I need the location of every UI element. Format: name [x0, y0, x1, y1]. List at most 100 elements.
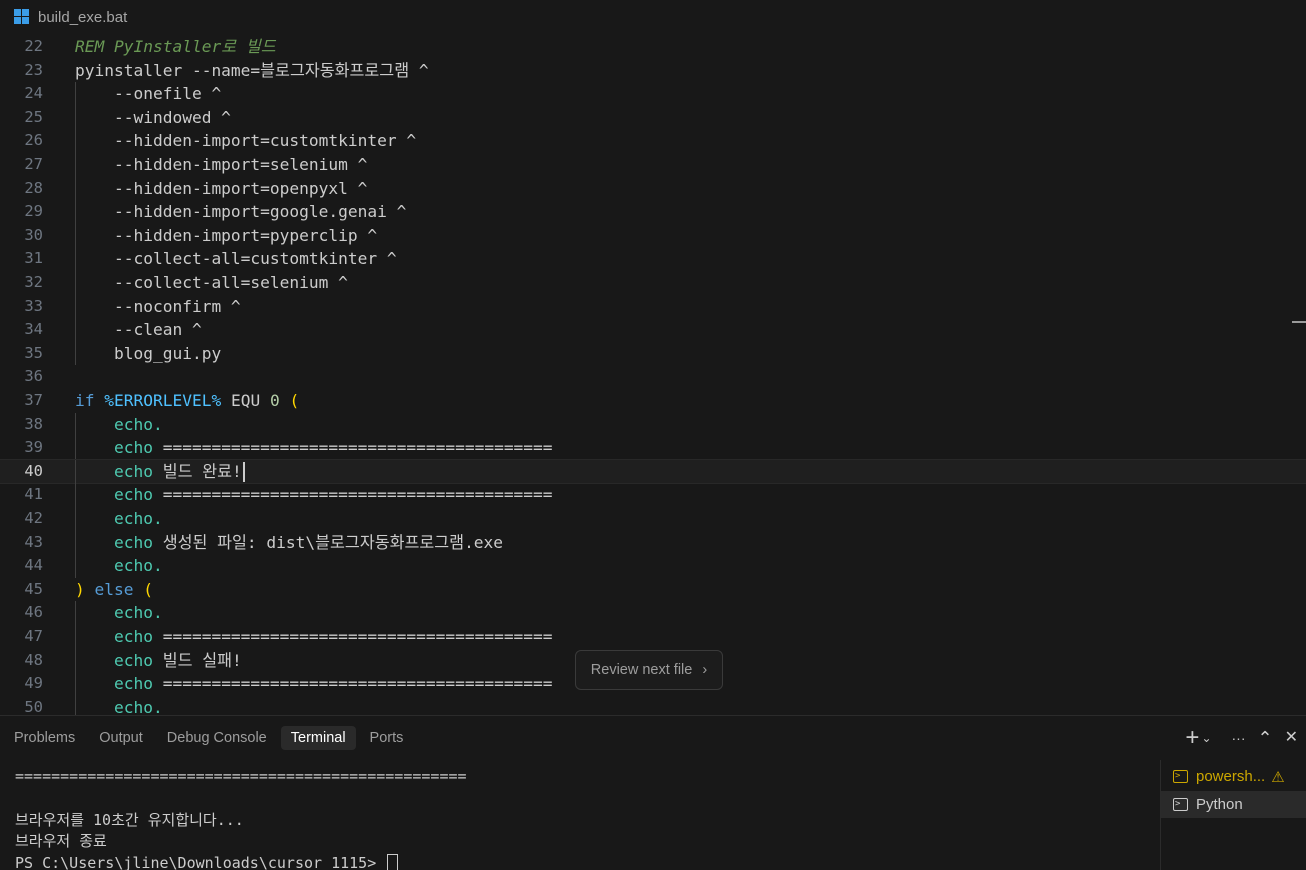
code-text[interactable]: echo 생성된 파일: dist\블로그자동화프로그램.exe [75, 531, 503, 555]
close-panel-icon[interactable]: ✕ [1285, 729, 1298, 747]
code-text[interactable]: echo. [75, 601, 163, 625]
line-number[interactable]: 38 [0, 413, 43, 437]
line-number[interactable]: 25 [0, 106, 43, 130]
line-number[interactable]: 45 [0, 578, 43, 602]
maximize-panel-icon[interactable]: ⌃ [1258, 729, 1273, 747]
code-text[interactable]: echo ===================================… [75, 483, 553, 507]
code-text[interactable]: echo. [75, 507, 163, 531]
line-number[interactable]: 50 [0, 696, 43, 715]
code-line[interactable]: 35 blog_gui.py [0, 341, 1306, 366]
code-text[interactable]: echo. [75, 696, 163, 715]
code-line[interactable]: 32 --collect-all=selenium ^ [0, 271, 1306, 295]
code-line[interactable]: 34 --clean ^ [0, 318, 1306, 342]
code-text[interactable]: echo. [75, 413, 163, 437]
line-number[interactable]: 23 [0, 59, 43, 83]
code-text[interactable]: if %ERRORLEVEL% EQU 0 ( [75, 389, 299, 413]
terminal-instance-powershell[interactable]: > powersh... ⚠ [1161, 763, 1306, 790]
line-number[interactable]: 39 [0, 436, 43, 460]
code-text[interactable]: echo. [75, 554, 163, 578]
code-line[interactable]: 23 pyinstaller --name=블로그자동화프로그램 ^ [0, 59, 1306, 83]
code-text[interactable]: --windowed ^ [75, 106, 231, 130]
line-number[interactable]: 32 [0, 271, 43, 295]
code-line[interactable]: 40 echo 빌드 완료! [0, 458, 1306, 485]
tab-ports[interactable]: Ports [360, 726, 414, 750]
code-line[interactable]: 24 --onefile ^ [0, 82, 1306, 106]
code-line[interactable]: 38 echo. [0, 412, 1306, 437]
line-number[interactable]: 30 [0, 224, 43, 248]
code-line[interactable]: 47 echo ================================… [0, 625, 1306, 649]
review-next-file-button[interactable]: Review next file › [575, 650, 723, 690]
code-line[interactable]: 26 --hidden-import=customtkinter ^ [0, 129, 1306, 153]
line-number[interactable]: 40 [0, 460, 43, 484]
code-text[interactable]: echo 빌드 완료! [75, 460, 245, 484]
breadcrumb-file-name[interactable]: build_exe.bat [38, 9, 127, 26]
code-text[interactable]: blog_gui.py [75, 342, 221, 366]
code-line[interactable]: 43 echo 생성된 파일: dist\블로그자동화프로그램.exe [0, 530, 1306, 555]
code-line[interactable]: 30 --hidden-import=pyperclip ^ [0, 223, 1306, 248]
line-number[interactable]: 24 [0, 82, 43, 106]
code-text[interactable]: --clean ^ [75, 318, 202, 342]
code-text[interactable]: --onefile ^ [75, 82, 221, 106]
code-text[interactable]: echo ===================================… [75, 672, 553, 696]
code-text[interactable]: echo 빌드 실패! [75, 649, 242, 673]
terminal-prompt-line[interactable]: PS C:\Users\jline\Downloads\cursor_1115> [15, 852, 399, 870]
code-text[interactable]: --hidden-import=openpyxl ^ [75, 177, 367, 201]
code-line[interactable]: 42 echo. [0, 507, 1306, 531]
code-text[interactable]: pyinstaller --name=블로그자동화프로그램 ^ [75, 59, 429, 83]
line-number[interactable]: 27 [0, 153, 43, 177]
line-number[interactable]: 33 [0, 295, 43, 319]
line-number[interactable]: 46 [0, 601, 43, 625]
scrollbar-position-marker[interactable] [1292, 321, 1306, 323]
tab-output[interactable]: Output [89, 726, 153, 750]
line-number[interactable]: 41 [0, 483, 43, 507]
line-number[interactable]: 31 [0, 247, 43, 271]
code-text[interactable]: --hidden-import=pyperclip ^ [75, 224, 377, 248]
code-text[interactable]: --collect-all=customtkinter ^ [75, 247, 397, 271]
line-number[interactable]: 37 [0, 389, 43, 413]
chevron-down-icon[interactable]: ⌄ [1201, 729, 1211, 747]
code-line[interactable]: 37 if %ERRORLEVEL% EQU 0 ( [0, 389, 1306, 413]
line-number[interactable]: 22 [0, 35, 43, 59]
line-number[interactable]: 42 [0, 507, 43, 531]
terminal-instance-python[interactable]: > Python [1161, 791, 1306, 818]
line-number[interactable]: 49 [0, 672, 43, 696]
new-terminal-plus-icon[interactable]: + [1185, 726, 1199, 750]
line-number[interactable]: 35 [0, 342, 43, 366]
code-line[interactable]: 36 [0, 365, 1306, 389]
code-line[interactable]: 31 --collect-all=customtkinter ^ [0, 247, 1306, 271]
code-text[interactable]: REM PyInstaller로 빌드 [75, 35, 276, 59]
tab-terminal[interactable]: Terminal [280, 726, 356, 750]
code-line[interactable]: 45 ) else ( [0, 578, 1306, 602]
line-number[interactable]: 34 [0, 318, 43, 342]
code-line[interactable]: 22 REM PyInstaller로 빌드 [0, 35, 1306, 59]
code-line[interactable]: 39 echo ================================… [0, 436, 1306, 460]
code-text[interactable]: --hidden-import=customtkinter ^ [75, 129, 416, 153]
breadcrumb[interactable]: build_exe.bat [0, 0, 1306, 34]
code-text[interactable]: --noconfirm ^ [75, 295, 241, 319]
code-text[interactable]: echo ===================================… [75, 436, 553, 460]
code-text[interactable]: --collect-all=selenium ^ [75, 271, 348, 295]
code-text[interactable]: ) else ( [75, 578, 153, 602]
line-number[interactable]: 44 [0, 554, 43, 578]
line-number[interactable]: 47 [0, 625, 43, 649]
line-number[interactable]: 28 [0, 177, 43, 201]
code-line[interactable]: 28 --hidden-import=openpyxl ^ [0, 176, 1306, 201]
tab-debug-console[interactable]: Debug Console [157, 726, 277, 750]
code-line[interactable]: 27 --hidden-import=selenium ^ [0, 153, 1306, 177]
code-text[interactable]: --hidden-import=google.genai ^ [75, 200, 406, 224]
terminal-output[interactable]: ========================================… [0, 760, 1160, 870]
more-actions-icon[interactable]: ··· [1232, 729, 1246, 747]
code-text[interactable]: echo ===================================… [75, 625, 553, 649]
code-line[interactable]: 50 echo. [0, 695, 1306, 715]
code-line[interactable]: 29 --hidden-import=google.genai ^ [0, 200, 1306, 224]
code-editor[interactable]: 22 REM PyInstaller로 빌드 23 pyinstaller --nam… [0, 34, 1306, 715]
code-text[interactable]: --hidden-import=selenium ^ [75, 153, 367, 177]
code-line[interactable]: 41 echo ================================… [0, 483, 1306, 507]
line-number[interactable]: 48 [0, 649, 43, 673]
code-line[interactable]: 46 echo. [0, 601, 1306, 625]
code-line[interactable]: 25 --windowed ^ [0, 105, 1306, 130]
line-number[interactable]: 26 [0, 129, 43, 153]
code-line[interactable]: 44 echo. [0, 554, 1306, 578]
code-line[interactable]: 33 --noconfirm ^ [0, 294, 1306, 319]
line-number[interactable]: 29 [0, 200, 43, 224]
